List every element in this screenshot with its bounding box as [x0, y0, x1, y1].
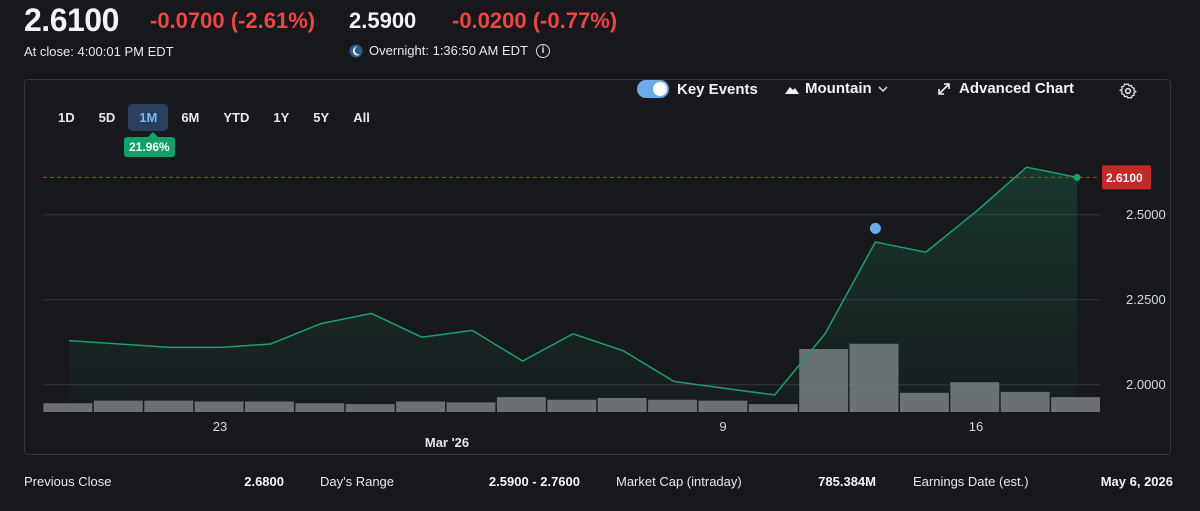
stats-row: Previous Close 2.6800 Day's Range 2.5900 - …: [24, 474, 1173, 494]
current-price: 2.6100: [24, 2, 119, 38]
price-chart[interactable]: 2.5000 2.2500 2.0000 2.6100 23 9 16 Mar '26: [25, 80, 1170, 454]
x-tick-label: 9: [719, 419, 726, 434]
stat-value: May 6, 2026: [1100, 474, 1173, 489]
stat-label: Previous Close: [24, 474, 112, 489]
key-event-marker[interactable]: [869, 222, 881, 234]
overnight-price: 2.5900: [349, 8, 417, 33]
stat-value: 2.5900 - 2.7600: [488, 474, 580, 489]
overnight-timestamp: Overnight: 1:36:50 AM EDT i: [349, 43, 550, 58]
stat-value: 2.6800: [244, 474, 284, 489]
overnight-change: -0.0200 (-0.77%): [452, 8, 618, 33]
info-icon[interactable]: i: [535, 43, 550, 58]
overnight-label: Overnight: 1:36:50 AM EDT: [369, 43, 528, 58]
price-area: [69, 167, 1077, 412]
price-change: -0.0700 (-2.61%): [150, 8, 316, 33]
last-price-label: 2.6100: [1106, 171, 1143, 185]
stat-label: Day's Range: [320, 474, 395, 489]
y-tick-label: 2.2500: [1126, 292, 1166, 307]
stat-label: Earnings Date (est.): [913, 474, 1029, 489]
stat-item: Market Cap (intraday) 785.384M: [616, 474, 876, 489]
y-tick-label: 2.5000: [1126, 207, 1166, 222]
quote-header: 2.6100 -0.0700 (-2.61%) 2.5900 -0.0200 (…: [24, 2, 1184, 72]
stat-item: Day's Range 2.5900 - 2.7600: [320, 474, 580, 489]
moon-icon: [349, 44, 363, 57]
chart-card: 1D 5D 1M 6M YTD 1Y 5Y All 21.96% Key Events Mou…: [24, 79, 1171, 455]
stat-value: 785.384M: [818, 474, 876, 489]
stat-label: Market Cap (intraday): [616, 474, 742, 489]
stat-item: Earnings Date (est.) May 6, 2026: [913, 474, 1173, 489]
x-tick-label: 16: [969, 419, 983, 434]
last-point: [1073, 173, 1081, 181]
x-month-label: Mar '26: [425, 435, 469, 450]
y-tick-label: 2.0000: [1126, 377, 1166, 392]
close-timestamp: At close: 4:00:01 PM EDT: [24, 44, 174, 59]
stat-item: Previous Close 2.6800: [24, 474, 284, 489]
x-tick-label: 23: [213, 419, 227, 434]
